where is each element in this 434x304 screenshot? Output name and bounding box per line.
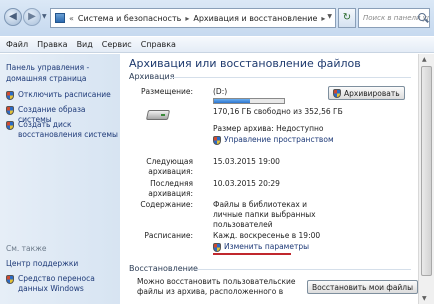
shield-icon xyxy=(333,89,341,98)
drive-icon xyxy=(145,107,171,123)
backup-now-button[interactable]: Архивировать xyxy=(328,86,405,100)
create-repair-disc-label: Создать диск восстановления системы xyxy=(18,120,118,139)
menu-tools[interactable]: Сервис xyxy=(102,40,132,49)
backup-section-heading: Архивация xyxy=(129,72,175,81)
archive-size-text: Размер архива: Недоступно xyxy=(213,124,324,133)
forward-button[interactable]: ▶ xyxy=(23,8,41,26)
backup-now-label: Архивировать xyxy=(344,88,400,98)
scroll-up-icon[interactable]: ▲ xyxy=(422,56,427,63)
shield-icon xyxy=(213,136,221,145)
menu-view[interactable]: Вид xyxy=(77,40,93,49)
control-panel-home-link[interactable]: Панель управления - домашняя страница xyxy=(6,62,114,84)
breadcrumb-system-security[interactable]: Система и безопасность xyxy=(78,14,181,23)
breadcrumb-chevron-icon[interactable]: ▸ xyxy=(185,14,189,23)
shield-icon xyxy=(213,243,221,252)
scroll-down-icon[interactable]: ▼ xyxy=(422,295,427,302)
highlight-underline xyxy=(213,253,291,255)
menu-edit[interactable]: Правка xyxy=(37,40,67,49)
section-divider xyxy=(171,77,411,78)
section-divider xyxy=(195,269,411,270)
vertical-scrollbar[interactable]: ▲ ▼ xyxy=(418,54,434,304)
back-arrow-icon: ◀ xyxy=(9,11,17,22)
see-also-heading: См. также xyxy=(6,244,47,253)
main-content: Архивация или восстановление файлов Архи… xyxy=(121,54,419,304)
schedule-label: Расписание: xyxy=(144,231,193,240)
restore-my-files-button[interactable]: Восстановить мои файлы xyxy=(307,280,419,294)
restore-description: Можно восстановить пользовательские файл… xyxy=(137,277,296,296)
easy-transfer-link[interactable]: Средство переноса данных Windows xyxy=(6,274,118,294)
page-title: Архивация или восстановление файлов xyxy=(129,57,361,70)
next-backup-value: 15.03.2015 19:00 xyxy=(213,157,280,166)
control-panel-window: ◀ ▶ ▼ « Система и безопасность ▸ Архивац… xyxy=(0,0,434,304)
disable-schedule-link[interactable]: Отключить расписание xyxy=(6,90,118,100)
shield-icon xyxy=(6,275,14,284)
menu-help[interactable]: Справка xyxy=(141,40,176,49)
address-dropdown-icon[interactable]: ▼ xyxy=(327,13,332,20)
schedule-value: Кажд. воскресенье в 19:00 xyxy=(213,231,321,240)
last-backup-value: 10.03.2015 20:29 xyxy=(213,179,280,188)
next-backup-label: Следующая архивация: xyxy=(146,157,193,176)
create-repair-disc-link[interactable]: Создать диск восстановления системы xyxy=(6,120,118,140)
manage-space-label: Управление пространством xyxy=(224,135,334,144)
free-space-text: 170,16 ГБ свободно из 352,56 ГБ xyxy=(213,107,343,116)
last-backup-label: Последняя архивация: xyxy=(148,179,193,198)
breadcrumb-backup-restore[interactable]: Архивация и восстановление xyxy=(193,14,317,23)
navigation-pane: Панель управления - домашняя страница От… xyxy=(0,54,120,304)
control-panel-icon xyxy=(55,13,65,23)
shield-icon xyxy=(6,106,14,115)
content-label: Содержание: xyxy=(140,200,193,209)
action-center-link[interactable]: Центр поддержки xyxy=(6,259,78,269)
menu-bar: Файл Правка Вид Сервис Справка xyxy=(0,37,434,53)
forward-arrow-icon: ▶ xyxy=(28,11,36,22)
shield-icon xyxy=(6,91,14,100)
search-icon[interactable] xyxy=(418,13,426,21)
menu-file[interactable]: Файл xyxy=(6,40,28,49)
disk-usage-fill xyxy=(214,99,251,103)
manage-space-link[interactable]: Управление пространством xyxy=(213,135,334,145)
restore-my-files-label: Восстановить мои файлы xyxy=(312,282,414,292)
location-label: Размещение: xyxy=(141,87,193,96)
search-input[interactable]: Поиск в панели управления xyxy=(358,8,430,28)
scrollbar-thumb[interactable] xyxy=(421,66,432,276)
address-bar-area: ◀ ▶ ▼ « Система и безопасность ▸ Архивац… xyxy=(0,0,434,36)
address-box[interactable]: « Система и безопасность ▸ Архивация и в… xyxy=(50,8,336,28)
refresh-button[interactable]: ↻ xyxy=(338,8,356,28)
recent-pages-dropdown-icon[interactable]: ▼ xyxy=(42,13,47,20)
disk-usage-bar xyxy=(213,98,285,104)
breadcrumb-separator-icon[interactable]: « xyxy=(69,14,74,23)
back-button[interactable]: ◀ xyxy=(4,8,22,26)
breadcrumb-chevron-icon[interactable]: ▸ xyxy=(321,14,325,23)
easy-transfer-label: Средство переноса данных Windows xyxy=(18,274,95,293)
change-settings-label: Изменить параметры xyxy=(224,242,310,251)
content-value: Файлы в библиотеках и личные папки выбра… xyxy=(213,200,316,229)
restore-section-heading: Восстановление xyxy=(129,264,198,273)
change-settings-link[interactable]: Изменить параметры xyxy=(213,242,309,252)
refresh-icon: ↻ xyxy=(342,12,352,23)
disable-schedule-label: Отключить расписание xyxy=(18,90,111,99)
location-value: (D:) xyxy=(213,87,228,96)
shield-icon xyxy=(6,121,14,130)
